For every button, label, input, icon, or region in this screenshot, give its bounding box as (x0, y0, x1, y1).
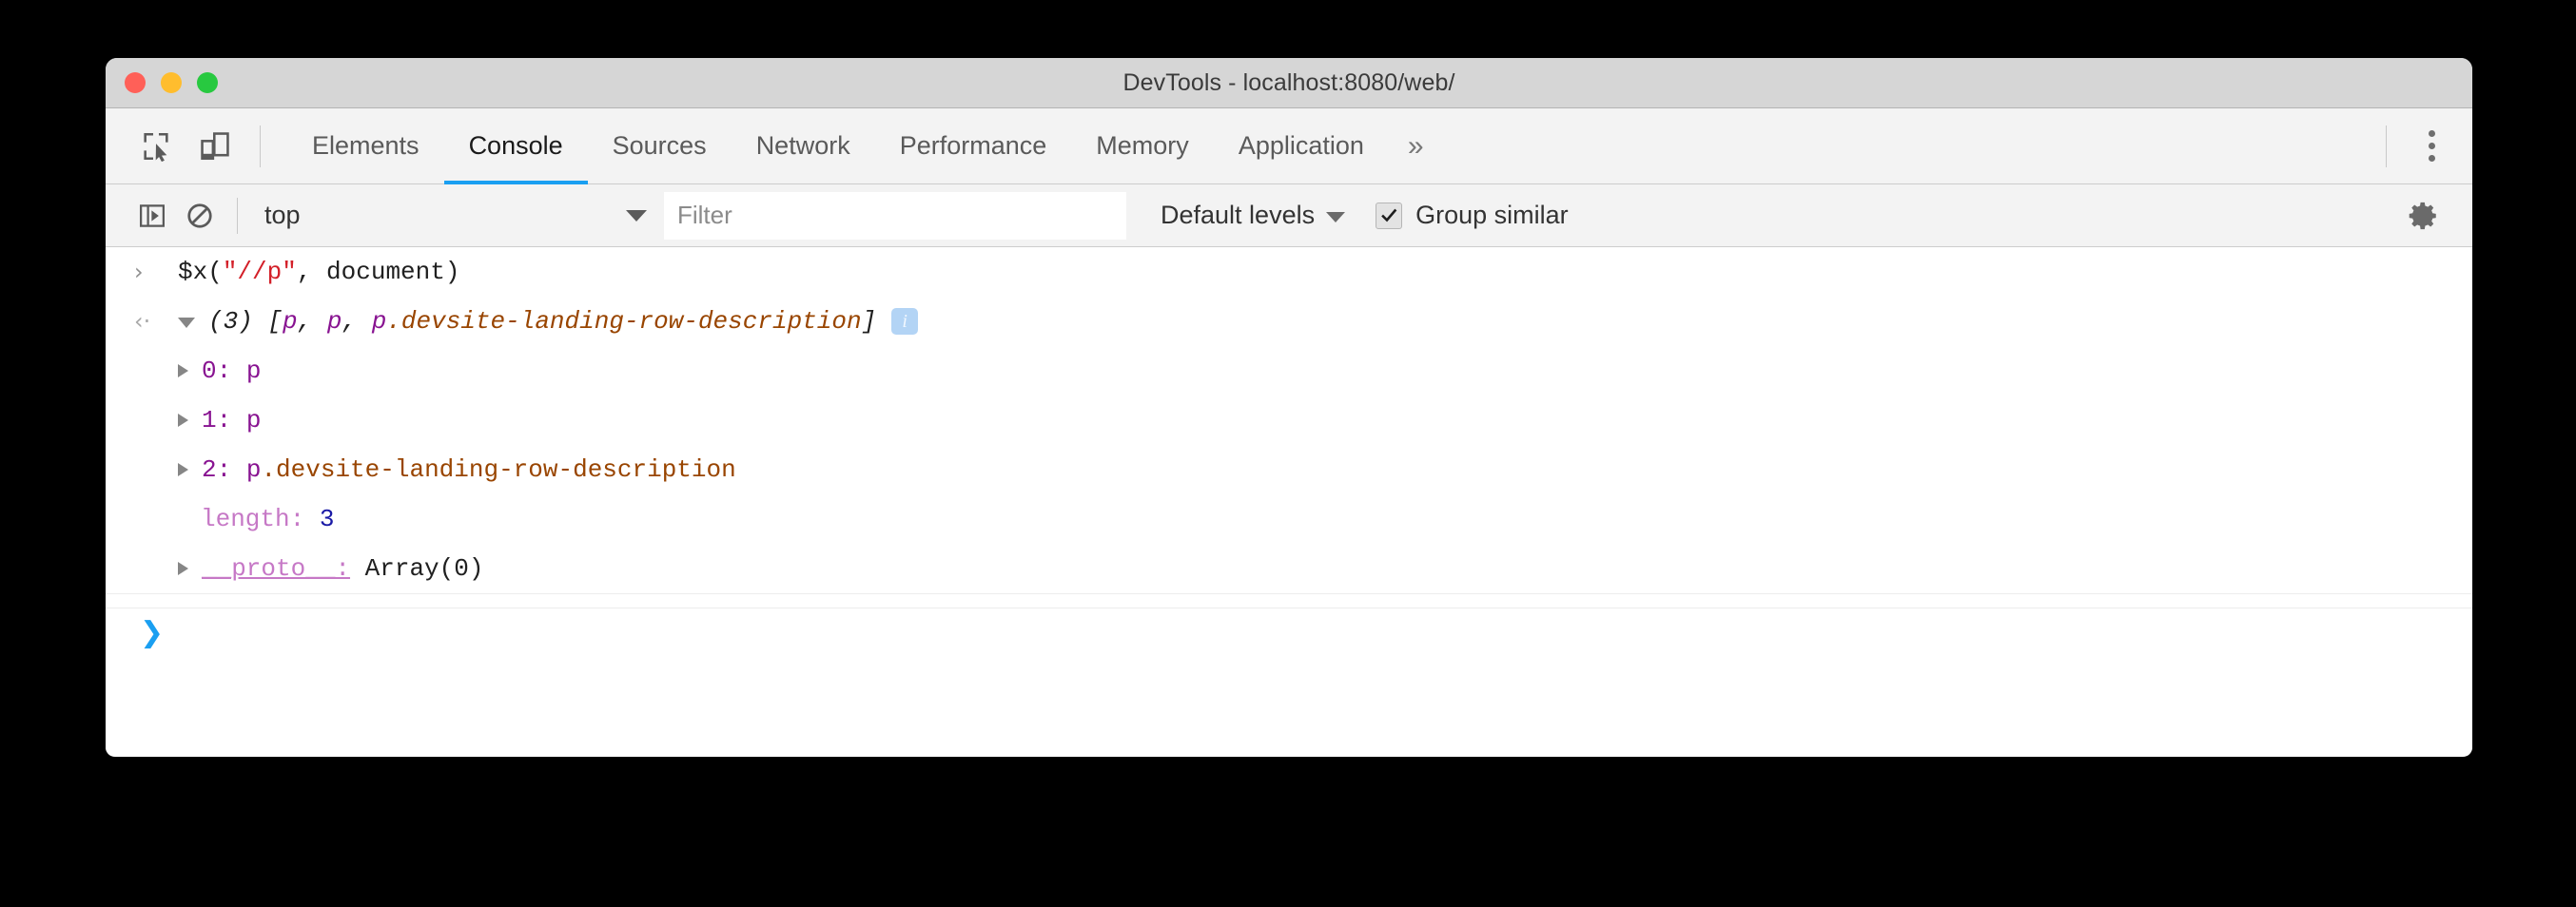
inspect-element-icon[interactable] (127, 117, 185, 176)
chevron-down-icon (626, 209, 647, 222)
toolbar-divider (237, 197, 238, 234)
property-value: p (245, 455, 262, 484)
minimize-button[interactable] (161, 72, 182, 93)
property-value-class: .devsite-landing-row-description (261, 455, 736, 484)
window-title: DevTools - localhost:8080/web/ (1122, 68, 1455, 96)
console-divider (106, 593, 2472, 594)
console-prompt[interactable]: ❯ (106, 608, 2472, 657)
maximize-button[interactable] (197, 72, 218, 93)
chevron-down-icon (1326, 211, 1346, 222)
expand-toggle-icon[interactable] (178, 463, 188, 476)
log-levels-label: Default levels (1161, 201, 1316, 229)
property-value: p (245, 357, 262, 385)
console-settings-group (2400, 192, 2472, 240)
tab-application[interactable]: Application (1214, 108, 1389, 184)
property-row-0[interactable]: 0: p (106, 346, 2472, 396)
console-output[interactable]: › $x("//p", document) ‹· (3) [p, p, p.de… (106, 247, 2472, 756)
expand-toggle-icon[interactable] (178, 317, 195, 328)
property-value: p (245, 406, 262, 434)
property-row-1[interactable]: 1: p (106, 396, 2472, 445)
more-options-icon[interactable] (2402, 117, 2461, 176)
array-sep-2: , (342, 307, 372, 336)
tab-console[interactable]: Console (443, 108, 588, 184)
property-key: 0: (202, 357, 232, 385)
clear-console-icon[interactable] (176, 192, 224, 240)
tab-elements[interactable]: Elements (287, 108, 444, 184)
group-similar-checkbox[interactable] (1376, 202, 1403, 229)
array-item-2-class: .devsite-landing-row-description (386, 307, 862, 336)
console-input-expression: $x("//p", document) (178, 258, 459, 286)
property-key: 1: (202, 406, 232, 434)
console-result-value: (3) [p, p, p.devsite-landing-row-descrip… (208, 307, 876, 336)
property-value: 3 (319, 505, 335, 533)
devtools-window: DevTools - localhost:8080/web/ Elements … (106, 58, 2472, 757)
devtools-tabbar: Elements Console Sources Network Perform… (106, 108, 2472, 184)
expand-toggle-icon[interactable] (178, 364, 188, 377)
tabbar-right-group (2371, 108, 2472, 184)
array-item-2-tag: p (371, 307, 387, 336)
more-tabs-icon[interactable]: » (1389, 108, 1443, 184)
log-levels-selector[interactable]: Default levels (1155, 192, 1351, 240)
expr-string: "//p" (222, 258, 297, 286)
group-similar-label: Group similar (1415, 201, 1569, 229)
gear-icon[interactable] (2400, 192, 2448, 240)
console-toolbar: top Default levels Group similar (106, 184, 2472, 247)
bracket-open: [ (267, 307, 283, 336)
console-result-line[interactable]: ‹· (3) [p, p, p.devsite-landing-row-desc… (106, 297, 2472, 346)
property-key: 2: (202, 455, 232, 484)
array-count: (3) (208, 307, 253, 336)
property-key: length: (201, 505, 305, 533)
array-item-1: p (326, 307, 342, 336)
execution-context-value: top (264, 201, 301, 229)
tab-memory[interactable]: Memory (1071, 108, 1214, 184)
panel-tabs: Elements Console Sources Network Perform… (287, 108, 1443, 184)
tab-sources[interactable]: Sources (588, 108, 732, 184)
bracket-close: ] (861, 307, 877, 336)
tabbar-right-divider (2386, 125, 2387, 167)
group-similar-toggle[interactable]: Group similar (1376, 201, 1569, 230)
result-arrow-icon: ‹· (134, 308, 151, 335)
prompt-caret-icon: ❯ (140, 616, 165, 649)
console-input-line: › $x("//p", document) (106, 247, 2472, 297)
info-icon[interactable]: i (891, 308, 919, 335)
tab-network[interactable]: Network (732, 108, 875, 184)
close-button[interactable] (125, 72, 146, 93)
console-filter-input[interactable] (664, 191, 1126, 240)
expand-toggle-icon[interactable] (178, 414, 188, 427)
expand-toggle-icon[interactable] (178, 562, 188, 575)
property-row-length: length: 3 (106, 494, 2472, 544)
property-value: Array(0) (364, 554, 484, 583)
expr-before: $x( (178, 258, 223, 286)
property-row-2[interactable]: 2: p.devsite-landing-row-description (106, 445, 2472, 494)
window-controls (125, 58, 218, 107)
execution-context-selector[interactable]: top (251, 192, 660, 240)
input-prompt-icon: › (134, 259, 144, 285)
expr-after: , document) (296, 258, 460, 286)
array-sep-1: , (297, 307, 327, 336)
window-titlebar: DevTools - localhost:8080/web/ (106, 58, 2472, 108)
property-key: __proto__: (202, 554, 351, 583)
tab-performance[interactable]: Performance (875, 108, 1072, 184)
array-item-0: p (283, 307, 298, 336)
property-row-proto[interactable]: __proto__: Array(0) (106, 544, 2472, 593)
device-toolbar-icon[interactable] (185, 117, 244, 176)
console-sidebar-icon[interactable] (128, 192, 176, 240)
tabbar-divider (260, 125, 261, 167)
